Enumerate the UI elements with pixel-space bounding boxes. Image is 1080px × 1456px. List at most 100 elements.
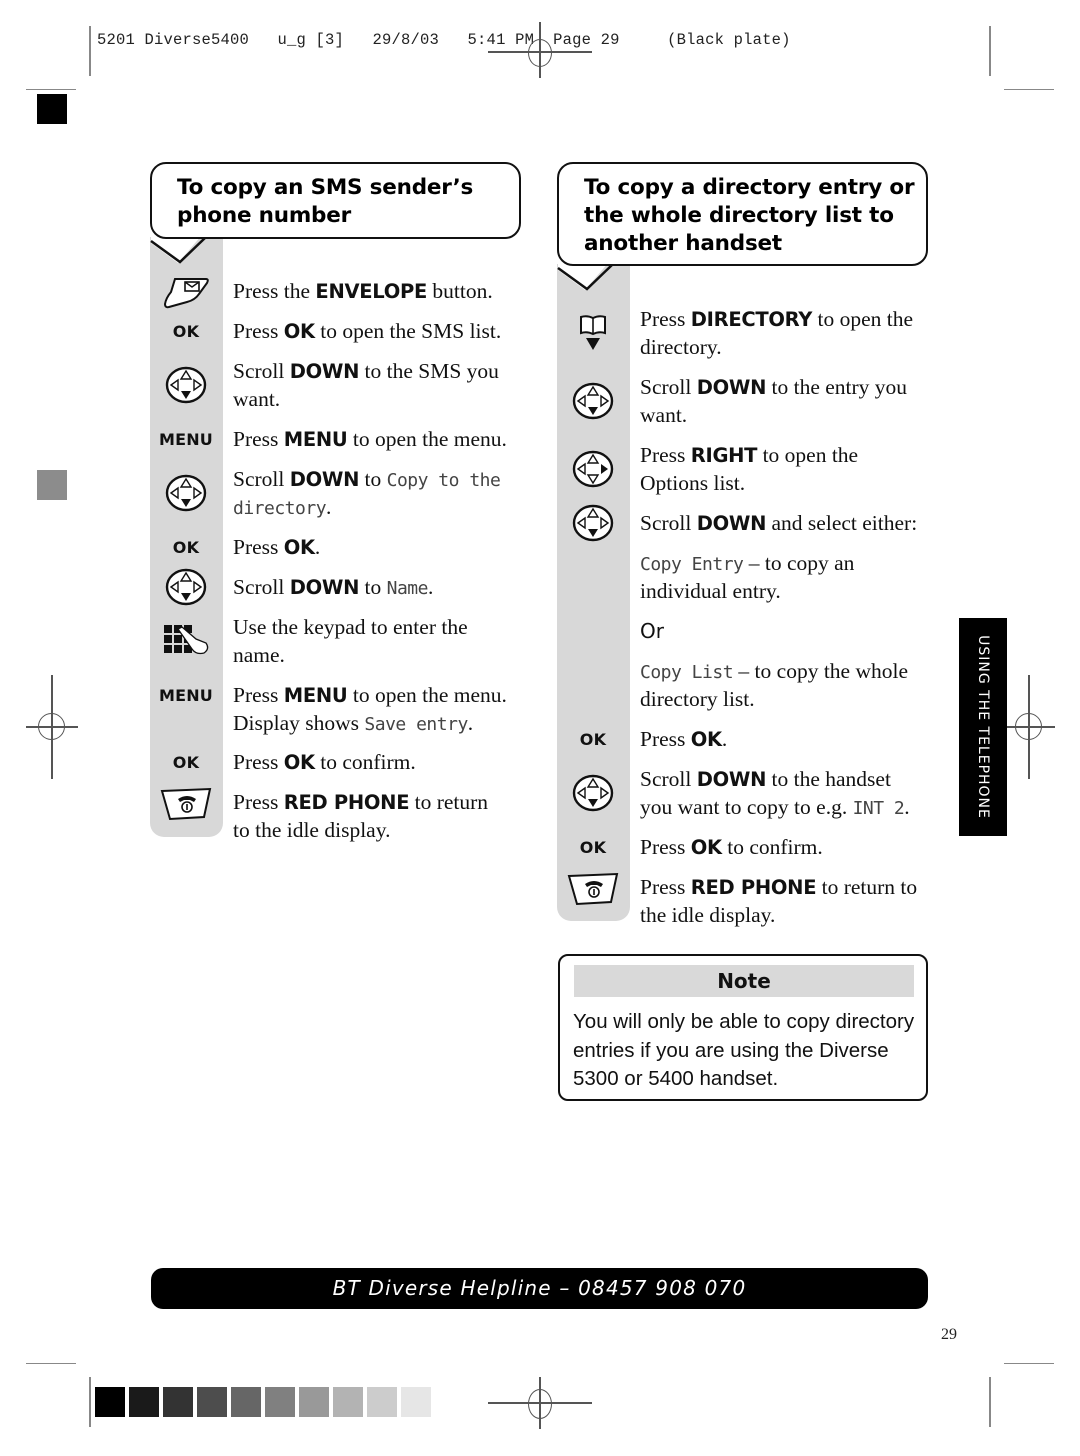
step-line: Press DIRECTORY to open the [640,305,913,334]
display-text: directory [233,498,327,519]
step-text: button. [427,279,493,303]
ok-key: OK [557,725,629,753]
step-line-2: name. [233,641,285,669]
trim-mark [89,26,91,76]
section-title: To copy a directory entry or the whole d… [584,175,915,256]
step-text: Press [233,427,284,451]
grey-swatch [197,1387,227,1417]
envelope-button-icon [150,277,222,309]
or-separator: Or [640,619,664,643]
section-heading-bubble: To copy a directory entry or the whole d… [557,162,928,266]
step-text: . [326,495,332,519]
nav-down-icon [150,357,222,413]
step-line-2: Display shows Save entry. [233,709,473,739]
step-line-2: Options list. [640,469,745,497]
step-line: Press OK to confirm. [640,833,823,862]
step-line: Scroll DOWN to the handset [640,765,891,794]
trim-mark [26,89,76,90]
step-text: to [359,467,387,491]
step-line: Press MENU to open the menu. [233,425,507,454]
step-text: directory list. [640,687,755,711]
nav-right-icon [557,441,629,497]
directory-book-icon [557,305,629,361]
menu-key-label: MENU [158,429,214,449]
step-text: . [467,711,474,735]
step-text: individual entry. [640,579,781,603]
button-name: RED PHONE [690,876,817,899]
step-line: Press the ENVELOPE button. [233,277,493,306]
nav-down-icon [557,765,629,821]
note-body: You will only be able to copy directory … [573,1010,915,1090]
trim-mark [1004,1363,1054,1364]
nav-down-icon [150,465,222,521]
step-text: Press [640,835,691,859]
button-name: OK [283,320,315,343]
step-line: Press RED PHONE to return to [640,873,917,902]
registration-mark-left [26,675,78,779]
step-text: Scroll [640,767,697,791]
step-line-2: directory list. [640,685,755,713]
nav-down-icon [557,373,629,429]
note-heading: Note [574,965,914,997]
display-text: Copy to the [386,470,501,491]
step-line: Copy Entry – to copy an [640,549,854,579]
button-name: DOWN [696,768,767,791]
button-name: OK [690,728,722,751]
trim-mark [989,1377,991,1427]
step-text: Press [233,790,284,814]
grey-swatch [299,1387,329,1417]
bubble-tail [150,235,225,264]
registration-mark-right [1003,675,1055,779]
step-text: to open the menu. [347,683,507,707]
nav-down-icon [557,504,629,542]
left-section: To copy an SMS sender’s phone number Pre… [150,162,530,852]
grey-swatch [163,1387,193,1417]
step-text: want. [233,387,281,411]
print-color-square-black [37,94,67,124]
step-line-2: directory. [640,333,722,361]
ok-key: OK [557,833,629,861]
grey-swatch [231,1387,261,1417]
menu-key: MENU [150,681,222,709]
step-text: to open the [757,443,859,467]
step-text: Press [640,307,691,331]
grey-swatch [265,1387,295,1417]
grey-swatch [95,1387,125,1417]
button-name: DOWN [289,360,360,383]
step-line-2: individual entry. [640,577,781,605]
step-text: to open the menu. [347,427,507,451]
print-color-square-grey [37,470,67,500]
ok-key: OK [150,317,222,345]
button-name: DOWN [289,576,360,599]
step-text: . [721,727,728,751]
step-text: Options list. [640,471,746,495]
display-text: Name [386,578,429,599]
step-line-2: the idle display. [640,901,775,929]
display-text: Save entry [364,714,468,735]
button-name: DOWN [696,512,767,535]
step-text: you want to copy to e.g. [640,795,853,819]
ok-key-label: OK [579,729,607,749]
step-text: – to copy the whole [733,659,908,683]
step-text: Display shows [233,711,365,735]
step-text: to return to [816,875,918,899]
menu-key-label: MENU [158,685,214,705]
step-line: Press OK. [233,533,320,562]
step-text: to the idle display. [233,818,391,842]
step-line: Press OK to open the SMS list. [233,317,501,346]
note-box: Note You will only be able to copy direc… [558,954,928,1101]
step-text: to the handset [766,767,891,791]
ok-key-label: OK [172,321,200,341]
step-text: – to copy an [743,551,855,575]
button-name: RIGHT [690,444,758,467]
button-name: DIRECTORY [690,308,813,331]
button-name: OK [283,751,315,774]
step-line: Press MENU to open the menu. [233,681,507,710]
button-name: ENVELOPE [315,280,427,303]
trim-mark [989,26,991,76]
step-line: Scroll DOWN to Copy to the [233,465,501,495]
button-name: OK [283,536,315,559]
step-text: Press [640,443,691,467]
step-line: Or [640,617,664,645]
section-heading-bubble: To copy an SMS sender’s phone number [150,162,521,239]
